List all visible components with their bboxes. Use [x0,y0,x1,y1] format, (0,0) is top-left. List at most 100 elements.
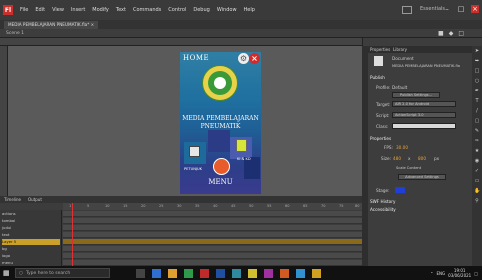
workspace-switcher-icon[interactable] [402,6,412,14]
menu-view[interactable]: View [52,7,64,13]
frames-row[interactable] [63,253,362,259]
layer-row-selected[interactable]: Layer 5 [2,239,60,245]
menu-edit[interactable]: Edit [35,7,45,13]
tray-up-icon[interactable]: ⌃ [430,271,433,276]
publish-settings-button[interactable]: Publish Settings... [392,92,440,98]
language-indicator[interactable]: ENG [437,271,446,276]
edge-icon[interactable] [152,268,161,278]
notification-icon[interactable]: □ [474,271,478,276]
frames-row[interactable] [63,246,362,252]
rectangle-tool-icon[interactable]: ▢ [474,118,480,124]
gear-icon[interactable]: ⚙ [238,53,249,64]
layer-row[interactable]: text [2,232,60,238]
tab-timeline[interactable]: Timeline [4,197,21,202]
chrome-icon[interactable] [184,268,193,278]
text-tool-icon[interactable]: T [474,98,480,104]
target-select[interactable]: AIR 2.0 for Android [392,101,456,107]
menu-debug[interactable]: Debug [193,7,209,13]
menu-file[interactable]: File [20,7,28,13]
line-tool-icon[interactable]: / [474,108,480,114]
zoom-icon[interactable]: □ [458,30,464,37]
task-view-icon[interactable] [136,268,145,278]
script-select[interactable]: ActionScript 3.0 [392,112,456,118]
tab-properties[interactable]: Properties [370,47,390,52]
eyedropper-icon[interactable]: ✓ [474,168,480,174]
class-input[interactable] [392,123,456,129]
workspace-label[interactable]: Essentials [420,6,445,12]
tab-output[interactable]: Output [28,197,42,202]
store-icon[interactable] [232,268,241,278]
frame-number: 10 [105,204,110,208]
frames-row[interactable] [63,232,362,238]
frame-ruler[interactable]: 1 5 10 15 20 25 30 35 40 45 50 55 60 65 … [63,203,362,210]
windows-start-icon[interactable]: ▦ [3,269,11,277]
tab-library[interactable]: Library [393,47,407,52]
stage-color-swatch[interactable] [395,187,405,193]
frames-row[interactable] [63,211,362,217]
close-icon[interactable]: × [249,53,260,64]
menu-insert[interactable]: Insert [71,7,85,13]
frames-row-selected[interactable] [63,239,362,245]
stage-canvas[interactable]: HOME ⚙ × MEDIA PEMBELAJARAN PNEUMATIK PE… [180,52,261,194]
selection-tool-icon[interactable]: ➤ [474,48,480,54]
accessibility-section[interactable]: Accessibility [370,207,396,212]
layer-row[interactable]: actions [2,211,60,217]
maximize-icon[interactable]: □ [457,5,465,13]
subselection-tool-icon[interactable]: ➥ [474,58,480,64]
swf-history-section[interactable]: SWF History [370,199,395,204]
advanced-settings-button[interactable]: Advanced Settings [398,174,446,180]
lasso-tool-icon[interactable]: ○ [474,78,480,84]
menu-button[interactable] [213,158,230,175]
transform-tool-icon[interactable]: □ [474,68,480,74]
taskbar-search[interactable]: ○ Type here to search [15,268,110,278]
menu-text[interactable]: Text [116,7,126,13]
menu-control[interactable]: Control [168,7,186,13]
frames-row[interactable] [63,225,362,231]
playhead[interactable] [72,203,73,266]
media-icon[interactable] [264,268,273,278]
menu-commands[interactable]: Commands [133,7,161,13]
pen-tool-icon[interactable]: ✒ [474,88,480,94]
window-controls: – □ × [443,5,479,13]
size-width[interactable]: 480 [393,156,401,161]
minimize-icon[interactable]: – [443,5,451,13]
zoom-tool-icon[interactable]: ⚲ [474,198,480,204]
layer-row[interactable]: judul [2,225,60,231]
bone-tool-icon[interactable]: ★ [474,148,480,154]
photos-icon[interactable] [312,268,321,278]
hand-tool-icon[interactable]: ✋ [474,188,480,194]
scale-content-checkbox[interactable]: Scale Content [396,166,421,170]
publish-section[interactable]: Publish [370,75,385,80]
paint-bucket-icon[interactable]: ◉ [474,158,480,164]
layer-row[interactable]: logo [2,253,60,259]
window-close-icon[interactable]: × [471,5,479,13]
file-explorer-icon[interactable] [168,268,177,278]
menu-modify[interactable]: Modify [92,7,109,13]
frames-row[interactable] [63,218,362,224]
menu-label: MENU [208,178,233,186]
pencil-tool-icon[interactable]: ✎ [474,128,480,134]
powerpoint-icon[interactable] [280,268,289,278]
word-icon[interactable] [216,268,225,278]
book-icon[interactable] [189,146,200,157]
system-tray: ⌃ ENG 19:01 03/06/2021 □ [430,266,478,280]
folder-icon[interactable] [248,268,257,278]
scene-label[interactable]: Scene 1 [6,31,24,36]
menu-window[interactable]: Window [217,7,237,13]
animate-icon[interactable] [200,268,209,278]
eraser-tool-icon[interactable]: ▭ [474,178,480,184]
properties-section[interactable]: Properties [370,136,391,141]
edit-symbol-icon[interactable]: ◆ [449,30,454,37]
layer-row[interactable]: bg [2,246,60,252]
edit-scene-icon[interactable]: ■ [438,30,444,37]
layer-row[interactable]: tombol [2,218,60,224]
brush-tool-icon[interactable]: ✑ [474,138,480,144]
menu-help[interactable]: Help [244,7,255,13]
document-tab[interactable]: MEDIA PEMBELAJARAN PNEUMATIK.fla* × [4,21,99,29]
fps-value[interactable]: 30.00 [396,145,408,150]
profile-value[interactable]: Default [392,85,407,90]
settings-app-icon[interactable] [296,268,305,278]
document-icon[interactable] [236,139,247,152]
size-height[interactable]: 800 [418,156,426,161]
clock[interactable]: 19:01 03/06/2021 [448,268,471,278]
